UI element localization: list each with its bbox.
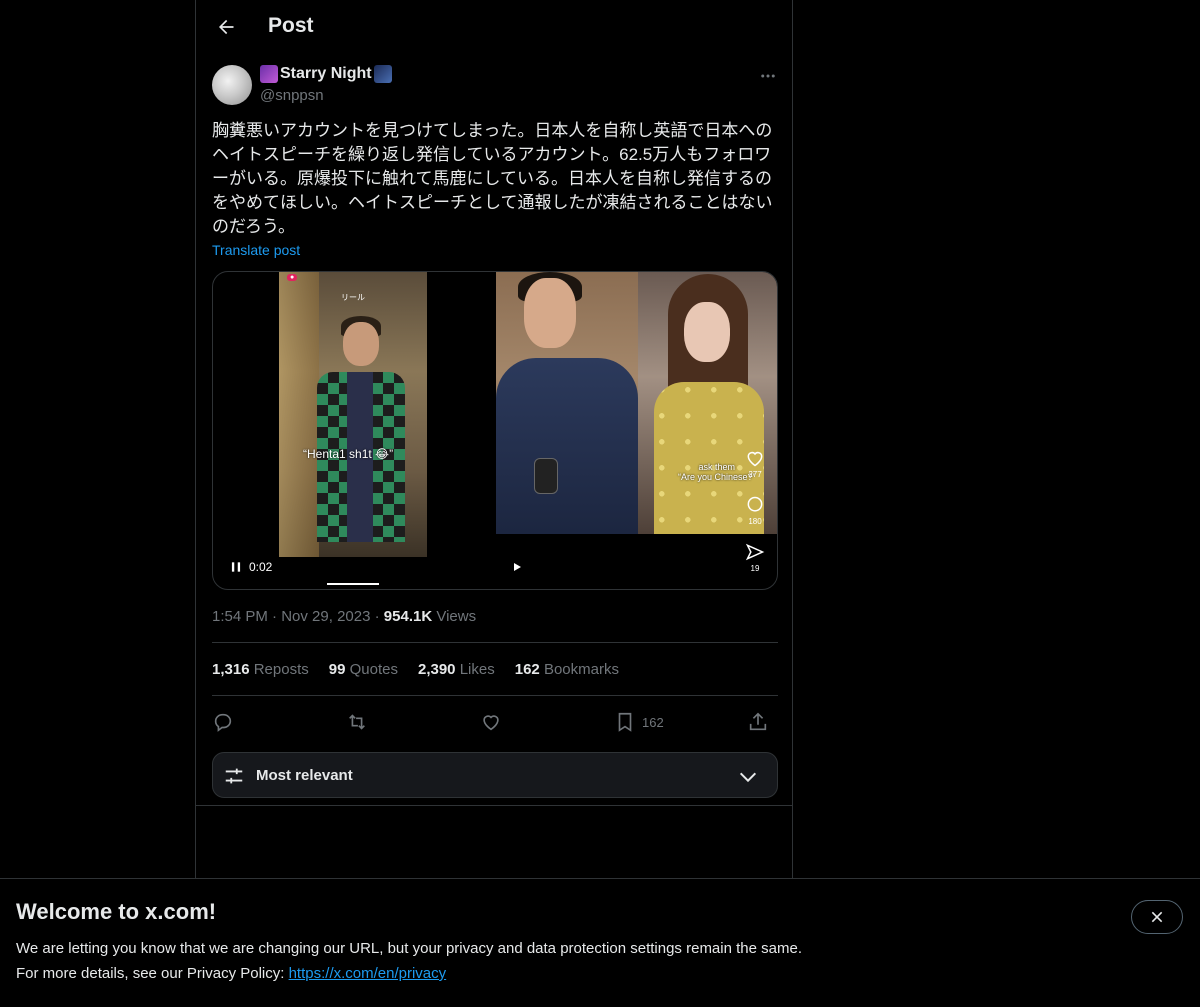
- video-left-caption: “Henta1 sh1t 😂”: [303, 447, 394, 461]
- close-icon: [1151, 911, 1163, 923]
- divider: [196, 805, 792, 806]
- reel-label: リール: [341, 293, 365, 302]
- bookmark-count: 162: [642, 714, 664, 730]
- pendant: [534, 458, 558, 494]
- bookmarks-stat[interactable]: 162 Bookmarks: [515, 661, 619, 678]
- avatar[interactable]: [212, 65, 252, 105]
- author-handle[interactable]: @snppsn: [260, 87, 324, 104]
- send-icon: [745, 543, 765, 561]
- like-icon: [483, 715, 499, 731]
- video-middle-panel: [496, 272, 638, 534]
- top-bar: Post: [196, 0, 794, 54]
- action-bar: 162: [212, 708, 778, 736]
- more-options-button[interactable]: [756, 64, 780, 88]
- play-icon: [514, 563, 521, 571]
- share-icon: [749, 712, 767, 731]
- video-side-icons: 277 180 19: [741, 448, 769, 573]
- repost-icon: [349, 714, 365, 730]
- sort-label: Most relevant: [256, 767, 353, 784]
- banner-text: We are letting you know that we are chan…: [16, 936, 802, 986]
- quotes-stat[interactable]: 99 Quotes: [329, 661, 398, 678]
- quotes-count: 99: [328, 661, 346, 678]
- post-meta: 1:54 PM · Nov 29, 2023 · 954.1K Views: [212, 608, 476, 625]
- share-button[interactable]: [747, 708, 769, 736]
- reply-sort-dropdown[interactable]: Most relevant: [212, 752, 778, 798]
- url-change-banner: Welcome to x.com! We are letting you kno…: [0, 878, 1200, 1007]
- post-date[interactable]: Nov 29, 2023: [281, 608, 370, 625]
- comment-icon: [747, 496, 763, 512]
- likes-count: 2,390: [417, 661, 456, 678]
- sort-icon: [225, 768, 243, 784]
- video-progress-bar[interactable]: [327, 583, 379, 585]
- banner-line-1: We are letting you know that we are chan…: [16, 940, 802, 957]
- banner-close-button[interactable]: [1131, 900, 1183, 934]
- chevron-down-icon: [739, 772, 757, 783]
- reply-icon: [214, 713, 232, 732]
- video-player[interactable]: ● リール “Henta1 sh1t 😂” ask them “Are you …: [212, 271, 778, 590]
- face: [343, 322, 379, 366]
- pause-button[interactable]: [229, 560, 243, 574]
- video-time: 0:02: [249, 560, 273, 574]
- quotes-label: Quotes: [349, 661, 398, 678]
- back-button[interactable]: [210, 11, 242, 43]
- reposts-count: 1,316: [212, 661, 250, 678]
- banner-line-2-text: For more details, see our Privacy Policy…: [16, 965, 289, 982]
- post-stats: 1,316 Reposts 99 Quotes 2,390 Likes 162 …: [212, 661, 619, 678]
- face: [524, 278, 576, 348]
- page-title: Post: [268, 14, 314, 37]
- reply-button[interactable]: [212, 708, 234, 736]
- video-left-panel: ● リール “Henta1 sh1t 😂”: [279, 272, 427, 557]
- author-name-text: Starry Night: [280, 65, 372, 82]
- banner-title: Welcome to x.com!: [16, 899, 217, 924]
- bookmarks-label: Bookmarks: [543, 661, 619, 678]
- repost-button[interactable]: [346, 708, 368, 736]
- recording-badge: ●: [287, 274, 298, 281]
- meta-dot: ·: [374, 608, 384, 625]
- reposts-stat[interactable]: 1,316 Reposts: [212, 661, 309, 678]
- face: [684, 302, 730, 362]
- night-city-emoji-icon: [373, 65, 392, 83]
- divider: [212, 642, 778, 643]
- views-label: Views: [436, 608, 477, 625]
- heart-icon: [747, 451, 763, 467]
- person-left: [313, 312, 405, 542]
- likes-label: Likes: [459, 661, 495, 678]
- main-column: Post Starry Night @snppsn 胸糞悪いアカウントを見つけて…: [195, 0, 793, 1007]
- bookmark-button[interactable]: 162: [614, 708, 664, 736]
- back-arrow-icon: [219, 19, 234, 35]
- like-button[interactable]: [480, 708, 502, 736]
- meta-dot: ·: [272, 608, 282, 625]
- bookmarks-count: 162: [514, 661, 540, 678]
- video-share-count: 19: [750, 564, 760, 573]
- milky-way-emoji-icon: [260, 65, 278, 83]
- reposts-label: Reposts: [253, 661, 309, 678]
- translate-post-link[interactable]: Translate post: [212, 242, 300, 258]
- more-icon: [761, 74, 775, 78]
- likes-stat[interactable]: 2,390 Likes: [418, 661, 495, 678]
- video-comment-count: 180: [748, 517, 762, 526]
- body: [496, 358, 638, 534]
- divider: [212, 695, 778, 696]
- author-display-name[interactable]: Starry Night: [260, 65, 392, 83]
- privacy-policy-link[interactable]: https://x.com/en/privacy: [289, 965, 447, 982]
- post-text: 胸糞悪いアカウントを見つけてしまった。日本人を自称し英語で日本への ヘイトスピー…: [212, 121, 773, 236]
- pause-icon: [231, 562, 241, 572]
- video-like-count: 277: [748, 470, 762, 479]
- post-time[interactable]: 1:54 PM: [212, 608, 268, 625]
- banner-line-2: For more details, see our Privacy Policy…: [16, 961, 802, 986]
- bookmark-icon: [618, 712, 632, 732]
- play-button[interactable]: [511, 560, 525, 574]
- views-count: 954.1K: [383, 608, 433, 625]
